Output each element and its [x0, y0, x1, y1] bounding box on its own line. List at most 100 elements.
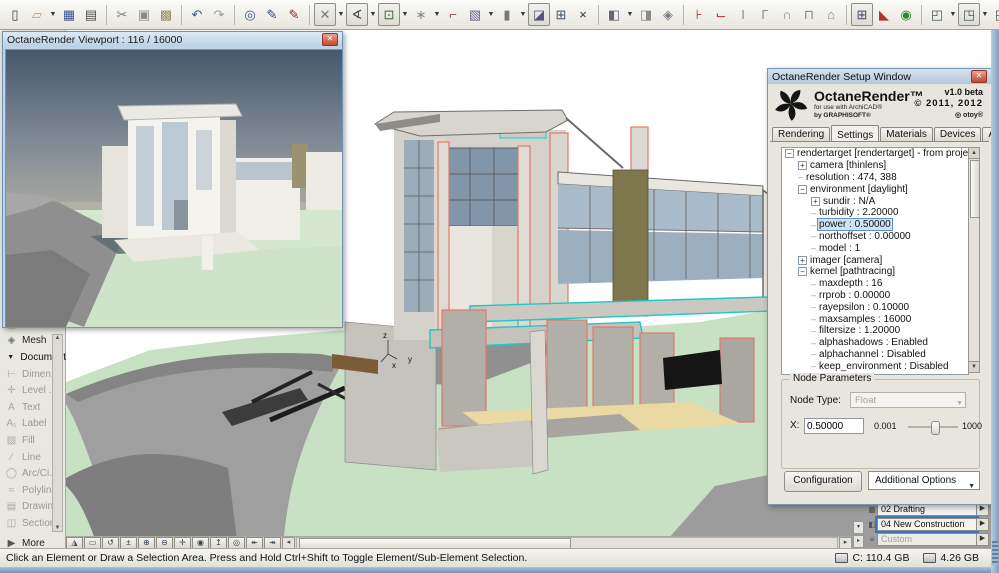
tab-settings[interactable]: Settings: [831, 125, 879, 142]
tab-materials[interactable]: Materials: [880, 127, 933, 141]
print-icon[interactable]: ▤: [80, 3, 102, 26]
save-icon[interactable]: ▦: [58, 3, 80, 26]
offset-icon[interactable]: ⊓: [798, 3, 820, 26]
chevron-down-icon[interactable]: ▼: [486, 4, 496, 25]
tree-node-rrprob[interactable]: –rrprob : 0.00000: [782, 290, 968, 302]
close-x-icon[interactable]: ×: [572, 3, 594, 26]
mirror-icon[interactable]: ◨: [635, 3, 657, 26]
configuration-button[interactable]: Configuration: [784, 471, 862, 492]
tree-node-imager[interactable]: +imager [camera]: [782, 254, 968, 266]
suspend-groups-icon[interactable]: ∗: [410, 3, 432, 26]
section-window-icon[interactable]: ◱: [990, 3, 999, 26]
paste-icon[interactable]: ▩: [155, 3, 177, 26]
expand-icon[interactable]: +: [798, 161, 807, 170]
drag-icon[interactable]: ◧: [603, 3, 625, 26]
tree-node-maxdepth[interactable]: –maxdepth : 16: [782, 278, 968, 290]
tree-node-filtersize[interactable]: –filtersize : 1.20000: [782, 325, 968, 337]
octane-viewport-titlebar[interactable]: OctaneRender Viewport : 116 / 16000 ✕: [3, 32, 342, 47]
horizontal-scroll-thumb[interactable]: [299, 538, 571, 549]
quick-option-04newconstruction[interactable]: ◧04 New Construction▶: [867, 518, 989, 530]
viewport-scroll-corner[interactable]: ▾▸: [853, 521, 864, 545]
tree-scroll-thumb[interactable]: [970, 160, 980, 218]
tree-node-environment[interactable]: −environment [daylight]: [782, 183, 968, 195]
chevron-down-icon[interactable]: ▼: [336, 4, 346, 25]
tree-node-alphashadows[interactable]: –alphashadows : Enabled: [782, 337, 968, 349]
slider-thumb[interactable]: [931, 421, 940, 435]
toolbox-scrollbar[interactable]: ▲▼: [52, 334, 63, 532]
floor-plan-icon[interactable]: ◰: [926, 3, 948, 26]
chevron-down-icon[interactable]: ▼: [48, 4, 58, 25]
tree-node-maxsamples[interactable]: –maxsamples : 16000: [782, 313, 968, 325]
tree-node-kernel[interactable]: −kernel [pathtracing]: [782, 266, 968, 278]
fillet-icon[interactable]: Γ: [754, 3, 776, 26]
new-document-icon[interactable]: ▯: [4, 3, 26, 26]
tree-node-keep_environment[interactable]: –keep_environment : Disabled: [782, 360, 968, 372]
tree-node-turbidity[interactable]: –turbidity : 2.20000: [782, 207, 968, 219]
inject-parameters-icon[interactable]: ✎: [283, 3, 305, 26]
tree-node-camera[interactable]: +camera [thinlens]: [782, 160, 968, 172]
close-icon[interactable]: ✕: [322, 33, 338, 46]
flyout-arrow-icon[interactable]: ▶: [977, 518, 989, 531]
elevate-icon[interactable]: ⌂: [820, 3, 842, 26]
chevron-down-icon[interactable]: ▼: [518, 4, 528, 25]
rotate-icon[interactable]: ◈: [657, 3, 679, 26]
tree-node-rendertarget[interactable]: −rendertarget [rendertarget] - from proj…: [782, 148, 968, 160]
scroll-down-arrow[interactable]: ▼: [969, 361, 979, 372]
flyout-arrow-icon[interactable]: ▶: [977, 533, 989, 546]
snap-guide-icon[interactable]: ⊡: [378, 3, 400, 26]
pick-up-parameters-icon[interactable]: ✎: [261, 3, 283, 26]
gravity-icon[interactable]: ✕: [314, 3, 336, 26]
cutaway-heel-icon[interactable]: ◣: [873, 3, 895, 26]
tree-node-model[interactable]: –model : 1: [782, 242, 968, 254]
rendered-image[interactable]: [5, 49, 343, 328]
tree-node-rayepsilon[interactable]: –rayepsilon : 0.10000: [782, 301, 968, 313]
corner-window-icon[interactable]: ⌐: [442, 3, 464, 26]
expand-icon[interactable]: +: [798, 256, 807, 265]
record-icon[interactable]: ◉: [895, 3, 917, 26]
tree-node-resolution[interactable]: –resolution : 474, 388: [782, 172, 968, 184]
tab-rendering[interactable]: Rendering: [772, 127, 830, 141]
tree-scrollbar[interactable]: ▲ ▼: [968, 147, 980, 373]
undo-icon[interactable]: ↶: [186, 3, 208, 26]
stretch-icon[interactable]: I: [732, 3, 754, 26]
redo-icon[interactable]: ↷: [208, 3, 230, 26]
split-icon[interactable]: ⊦: [688, 3, 710, 26]
grid-snap-icon[interactable]: ⊞: [550, 3, 572, 26]
expand-icon[interactable]: +: [811, 197, 820, 206]
chevron-down-icon[interactable]: ▼: [625, 4, 635, 25]
chevron-down-icon[interactable]: ▼: [400, 4, 410, 25]
octane-setup-window[interactable]: OctaneRender Setup Window ✕ OctaneRender…: [767, 68, 992, 505]
node-type-select[interactable]: Float ▼: [850, 392, 966, 408]
tree-node-alphachannel[interactable]: –alphachannel : Disabled: [782, 349, 968, 361]
x-value-input[interactable]: [804, 418, 864, 434]
x-value-slider[interactable]: [908, 426, 958, 428]
window-3d-icon[interactable]: ◳: [958, 3, 980, 26]
collapse-icon[interactable]: −: [785, 149, 794, 158]
tab-devices[interactable]: Devices: [934, 127, 982, 141]
column-tool-icon[interactable]: ▮: [496, 3, 518, 26]
find-select-icon[interactable]: ◎: [239, 3, 261, 26]
resize-grip[interactable]: [992, 541, 998, 565]
chevron-down-icon[interactable]: ▼: [948, 4, 958, 25]
tree-node-northoffset[interactable]: –northoffset : 0.00000: [782, 231, 968, 243]
chevron-down-icon[interactable]: ▼: [432, 4, 442, 25]
adjust-icon[interactable]: ⌙: [710, 3, 732, 26]
copy-icon[interactable]: ▣: [133, 3, 155, 26]
setup-window-titlebar[interactable]: OctaneRender Setup Window ✕: [768, 69, 991, 84]
solid-ops-icon[interactable]: ▧: [464, 3, 486, 26]
settings-tree[interactable]: −rendertarget [rendertarget] - from proj…: [781, 147, 969, 375]
open-icon[interactable]: ▱: [26, 3, 48, 26]
chamfer-icon[interactable]: ∩: [776, 3, 798, 26]
tree-node-sundir[interactable]: +sundir : N/A: [782, 195, 968, 207]
trace-reference-icon[interactable]: ◪: [528, 3, 550, 26]
collapse-icon[interactable]: −: [798, 185, 807, 194]
cutting-plane-icon[interactable]: ⊞: [851, 3, 873, 26]
additional-options-select[interactable]: Additional Options ▼: [868, 471, 980, 490]
tree-node-power[interactable]: –power : 0.50000: [782, 219, 968, 231]
chevron-down-icon[interactable]: ▼: [368, 4, 378, 25]
scroll-up-arrow[interactable]: ▲: [969, 148, 979, 159]
cut-icon[interactable]: ✂: [111, 3, 133, 26]
chevron-down-icon[interactable]: ▼: [980, 4, 990, 25]
octane-viewport-window[interactable]: OctaneRender Viewport : 116 / 16000 ✕: [2, 31, 343, 328]
snap-angle-icon[interactable]: ∢: [346, 3, 368, 26]
